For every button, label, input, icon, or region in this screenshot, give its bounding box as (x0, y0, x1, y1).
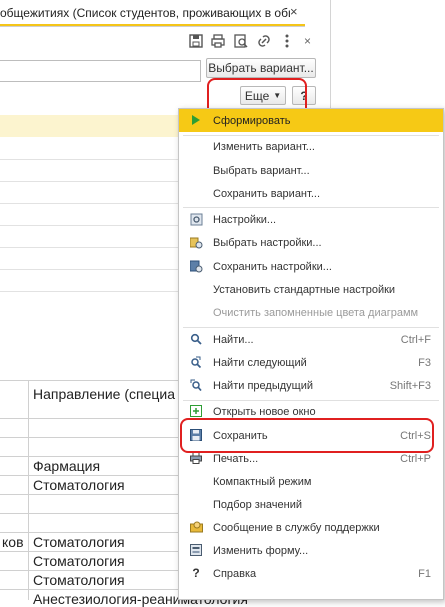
menu-item-label: Печать... (213, 452, 259, 465)
grid-line (0, 494, 178, 495)
link-icon[interactable] (256, 33, 272, 49)
settings-row[interactable] (0, 203, 178, 226)
print-icon[interactable] (210, 33, 226, 49)
play-icon (189, 113, 203, 127)
select-settings-icon (189, 235, 203, 249)
report-variant-field[interactable] (0, 60, 201, 82)
menu-item-reset-settings[interactable]: Установить стандартные настройки (179, 278, 443, 301)
menu-item-save-variant[interactable]: Сохранить вариант... (179, 182, 443, 205)
column-header: Направление (специа (33, 386, 176, 402)
table-cell: Стоматология (33, 477, 125, 493)
close-icon[interactable]: × (304, 34, 311, 48)
menu-item-select-variant[interactable]: Выбрать вариант... (179, 159, 443, 182)
save-settings-icon (189, 259, 203, 273)
find-previous-icon (189, 378, 203, 392)
grid-line (0, 475, 178, 476)
menu-item-label: Сохранить вариант... (213, 187, 320, 200)
save-icon[interactable] (188, 33, 204, 49)
grid-line (0, 589, 178, 590)
menu-item-label: Справка (213, 567, 257, 580)
menu-item-value-selection[interactable]: Подбор значений (179, 493, 443, 516)
close-tab-icon[interactable]: × (290, 4, 298, 19)
grid-line (0, 380, 178, 381)
grid-line (0, 418, 178, 419)
menu-item-label: Сохранить настройки... (213, 260, 332, 273)
menu-item-label: Выбрать вариант... (213, 164, 310, 177)
grid-line (0, 513, 178, 514)
menu-item-compact-mode[interactable]: Компактный режим (179, 470, 443, 493)
more-options-icon[interactable] (279, 33, 295, 49)
table-cell: Стоматология (33, 553, 125, 569)
grid-line (0, 570, 178, 571)
table-cell: Фармация (33, 458, 101, 474)
preview-icon[interactable] (233, 33, 249, 49)
menu-item-label: Сообщение в службу поддержки (213, 521, 380, 534)
menu-item-find-previous[interactable]: Найти предыдущий Shift+F3 (179, 374, 443, 397)
menu-item-save-settings[interactable]: Сохранить настройки... (179, 255, 443, 278)
menu-item-label: Очистить запомненные цвета диаграмм (213, 306, 419, 319)
menu-item-shortcut: Ctrl+F (400, 333, 431, 346)
table-cell: ков (2, 534, 24, 550)
menu-item-label: Найти предыдущий (213, 379, 313, 392)
menu-item-settings[interactable]: Настройки... (179, 208, 443, 231)
menu-item-find-next[interactable]: Найти следующий F3 (179, 351, 443, 374)
grid-line (0, 551, 178, 552)
menu-item-select-settings[interactable]: Выбрать настройки... (179, 231, 443, 254)
support-message-icon (189, 520, 203, 534)
menu-item-shortcut: F1 (418, 567, 431, 580)
menu-item-label: Найти... (213, 333, 254, 346)
menu-item-label: Настройки... (213, 213, 277, 226)
annotation-highlight-save (180, 418, 434, 453)
menu-item-label: Найти следующий (213, 356, 307, 369)
settings-row[interactable] (0, 225, 178, 248)
printer-icon (189, 451, 203, 465)
settings-row[interactable] (0, 181, 178, 204)
settings-icon (189, 212, 203, 226)
menu-item-support-message[interactable]: Сообщение в службу поддержки (179, 516, 443, 539)
select-variant-button[interactable]: Выбрать вариант... (206, 58, 316, 78)
help-icon: ? (192, 566, 200, 580)
menu-item-label: Открыть новое окно (213, 405, 316, 418)
menu-item-edit-form[interactable]: Изменить форму... (179, 539, 443, 562)
menu-item-edit-variant[interactable]: Изменить вариант... (179, 135, 443, 158)
menu-item-label: Сформировать (213, 114, 291, 127)
find-icon (189, 332, 203, 346)
menu-item-generate[interactable]: Сформировать (179, 109, 443, 132)
menu-item-clear-chart-colors: Очистить запомненные цвета диаграмм (179, 301, 443, 324)
find-next-icon (189, 355, 203, 369)
selected-settings-row[interactable] (0, 115, 178, 137)
grid-line (0, 437, 178, 438)
settings-row[interactable] (0, 247, 178, 270)
grid-line (0, 456, 178, 457)
menu-item-label: Компактный режим (213, 475, 312, 488)
menu-item-find[interactable]: Найти... Ctrl+F (179, 328, 443, 351)
menu-item-shortcut: Shift+F3 (389, 379, 431, 392)
more-actions-menu: Сформировать Изменить вариант... Выбрать… (178, 108, 444, 600)
document-tab[interactable]: общежитиях (Список студентов, проживающи… (0, 0, 305, 27)
edit-form-icon (189, 543, 203, 557)
menu-item-shortcut: Ctrl+P (400, 452, 431, 465)
menu-item-label: Изменить вариант... (213, 140, 315, 153)
grid-line (0, 532, 178, 533)
menu-item-help[interactable]: ? Справка F1 (179, 562, 443, 585)
tab-accent-bar (0, 24, 305, 26)
grid-column-divider (28, 380, 29, 600)
menu-item-label: Изменить форму... (213, 544, 309, 557)
settings-row[interactable] (0, 269, 178, 292)
table-cell: Стоматология (33, 572, 125, 588)
menu-item-label: Подбор значений (213, 498, 302, 511)
new-window-icon (189, 404, 203, 418)
menu-item-label: Выбрать настройки... (213, 236, 322, 249)
settings-row[interactable] (0, 159, 178, 182)
table-cell: Стоматология (33, 534, 125, 550)
tab-title: общежитиях (Список студентов, проживающи… (0, 6, 290, 20)
settings-row[interactable] (0, 137, 178, 160)
menu-item-shortcut: F3 (418, 356, 431, 369)
menu-item-label: Установить стандартные настройки (213, 283, 396, 296)
